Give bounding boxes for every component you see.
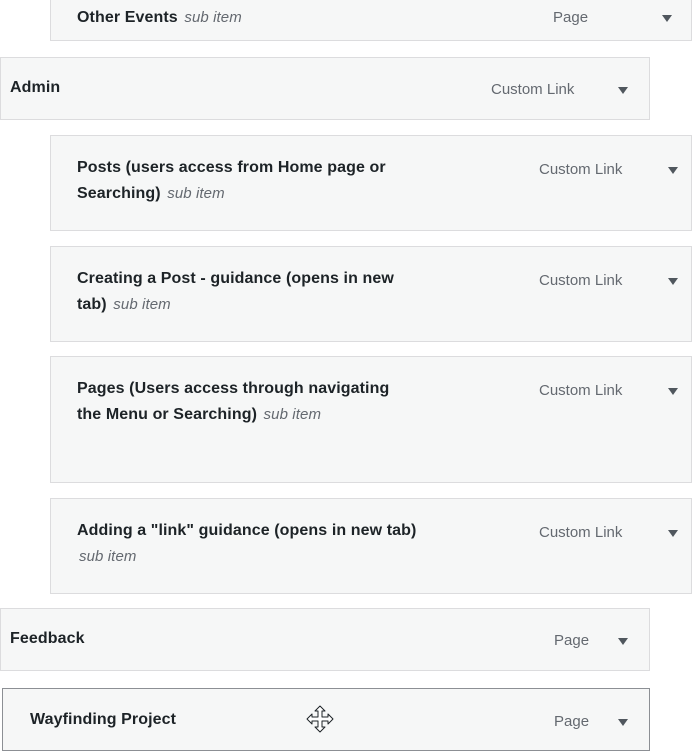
- item-type-label: Page: [554, 632, 590, 649]
- menu-item-title: Feedback: [10, 630, 85, 647]
- menu-item-title: Admin: [10, 79, 61, 96]
- item-edit-toggle[interactable]: [613, 712, 633, 732]
- menu-item-posts[interactable]: Posts (users access from Home page or Se…: [50, 135, 692, 231]
- item-type-label: Page: [553, 9, 589, 26]
- triangle-down-icon: [668, 277, 678, 285]
- item-type-label: Custom Link: [539, 272, 623, 289]
- item-title-text: Posts (users access from Home page or Se…: [77, 159, 386, 202]
- item-edit-toggle[interactable]: [663, 271, 683, 291]
- item-edit-toggle[interactable]: [613, 631, 633, 651]
- triangle-down-icon: [668, 387, 678, 395]
- item-edit-toggle[interactable]: [613, 80, 633, 100]
- item-edit-toggle[interactable]: [657, 8, 677, 28]
- menu-item-creating-a-post[interactable]: Creating a Post - guidance (opens in new…: [50, 246, 692, 342]
- sub-item-label: sub item: [79, 548, 137, 565]
- triangle-down-icon: [668, 529, 678, 537]
- menu-item-title: Other Events sub item: [77, 5, 437, 31]
- sub-item-label: sub item: [167, 185, 225, 202]
- triangle-down-icon: [618, 637, 628, 645]
- menu-item-title: Creating a Post - guidance (opens in new…: [77, 266, 417, 318]
- menu-item-title: Posts (users access from Home page or Se…: [77, 155, 417, 207]
- menu-item-title: Adding a "link" guidance (opens in new t…: [77, 518, 417, 570]
- item-title-text: Pages (Users access through navigating t…: [77, 380, 390, 423]
- menu-item-title: Wayfinding Project: [30, 711, 177, 728]
- item-type-label: Custom Link: [539, 524, 623, 541]
- sub-item-label: sub item: [113, 296, 171, 313]
- item-type-label: Page: [554, 713, 590, 730]
- item-edit-toggle[interactable]: [663, 381, 683, 401]
- triangle-down-icon: [618, 86, 628, 94]
- triangle-down-icon: [668, 166, 678, 174]
- menu-item-feedback[interactable]: Feedback Page: [0, 608, 650, 671]
- menu-item-other-events[interactable]: Other Events sub item Page: [50, 0, 692, 41]
- menu-item-adding-a-link[interactable]: Adding a "link" guidance (opens in new t…: [50, 498, 692, 594]
- move-cursor-icon: [306, 705, 334, 733]
- item-title-text: Other Events: [77, 9, 178, 26]
- item-edit-toggle[interactable]: [663, 523, 683, 543]
- menu-item-admin[interactable]: Admin Custom Link: [0, 57, 650, 120]
- menu-item-pages[interactable]: Pages (Users access through navigating t…: [50, 356, 692, 483]
- item-edit-toggle[interactable]: [663, 160, 683, 180]
- triangle-down-icon: [662, 14, 672, 22]
- sub-item-label: sub item: [263, 406, 322, 423]
- item-title-text: Adding a "link" guidance (opens in new t…: [77, 522, 417, 539]
- menu-item-title: Pages (Users access through navigating t…: [77, 376, 407, 428]
- triangle-down-icon: [618, 718, 628, 726]
- item-type-label: Custom Link: [539, 161, 623, 178]
- item-type-label: Custom Link: [491, 81, 575, 98]
- item-type-label: Custom Link: [539, 382, 623, 399]
- sub-item-label: sub item: [184, 9, 242, 26]
